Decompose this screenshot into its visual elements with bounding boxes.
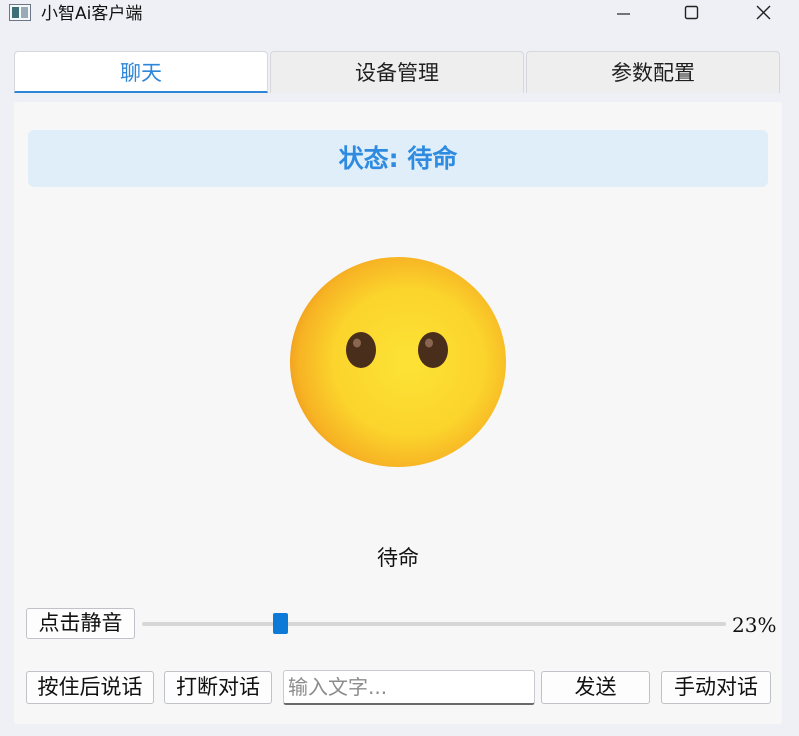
close-button[interactable] — [740, 0, 786, 28]
emotion-label: 待命 — [377, 546, 419, 570]
tab-parameter-config[interactable]: 参数配置 — [526, 51, 780, 93]
volume-value: 23% — [732, 613, 777, 637]
maximize-button[interactable] — [668, 0, 714, 28]
chat-panel: 状态: 待命 待命 点击静音 23% 按住后说话 打断对话 发送 手动对话 — [14, 102, 782, 724]
hold-to-talk-button[interactable]: 按住后说话 — [26, 671, 154, 704]
title-bar: 小智Ai客户端 — [0, 0, 799, 30]
interrupt-button[interactable]: 打断对话 — [164, 671, 272, 704]
send-button[interactable]: 发送 — [541, 671, 650, 704]
status-badge: 状态: 待命 — [28, 130, 768, 187]
volume-slider-handle[interactable] — [272, 613, 288, 634]
maximize-icon — [684, 5, 699, 20]
neutral-face-emoji-icon — [290, 257, 506, 467]
minimize-icon — [617, 13, 630, 15]
close-icon — [756, 5, 771, 20]
manual-conversation-button[interactable]: 手动对话 — [661, 671, 771, 704]
minimize-button[interactable] — [600, 0, 646, 28]
window-title: 小智Ai客户端 — [41, 4, 143, 24]
app-icon — [9, 4, 31, 21]
tab-device-management[interactable]: 设备管理 — [270, 51, 524, 93]
tab-chat[interactable]: 聊天 — [14, 51, 268, 93]
message-input[interactable] — [283, 670, 535, 705]
tab-bar: 聊天 设备管理 参数配置 — [14, 51, 782, 95]
volume-slider-track[interactable] — [142, 622, 726, 626]
mute-button[interactable]: 点击静音 — [26, 608, 135, 639]
